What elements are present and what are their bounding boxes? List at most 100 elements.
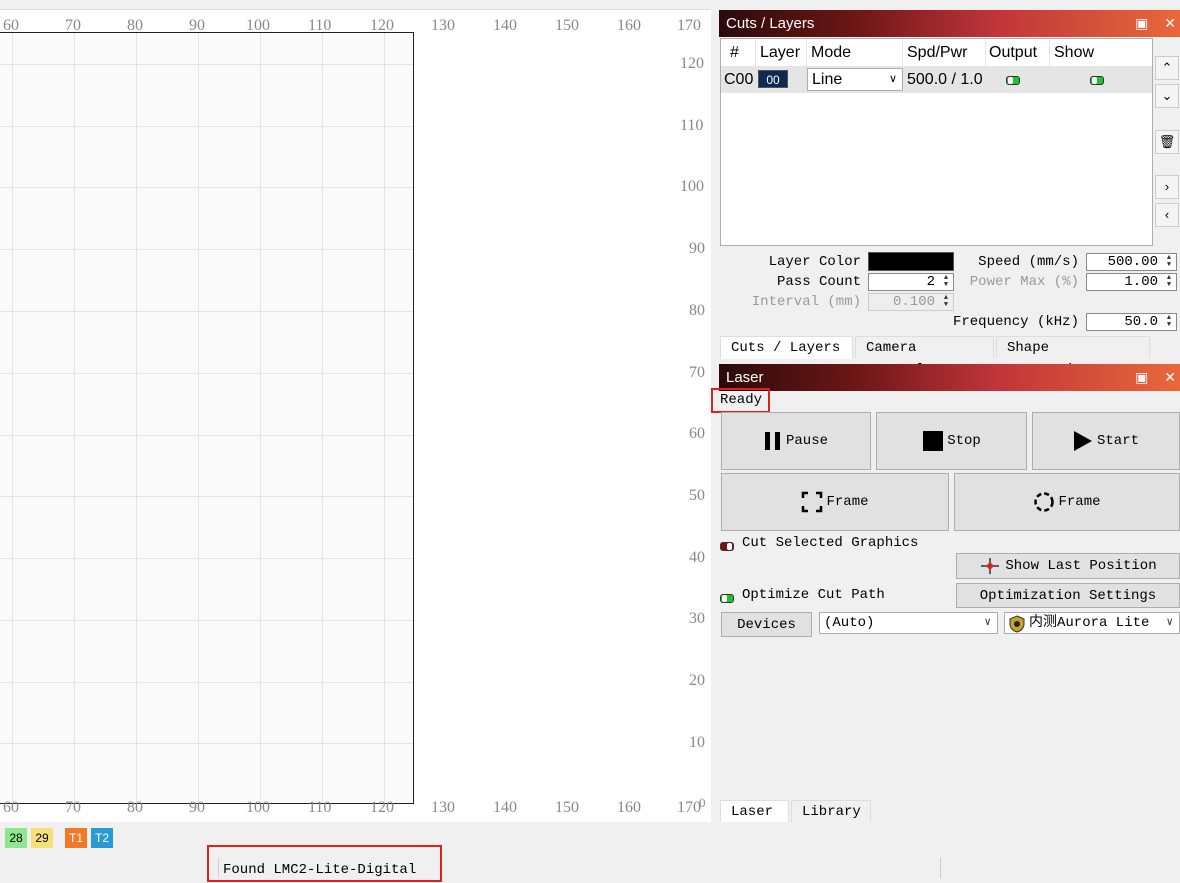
optimize-cut-path-toggle[interactable]: [720, 589, 734, 606]
top-tick: 100: [246, 17, 270, 34]
mode-value: Line: [812, 71, 843, 88]
column-header[interactable]: Output: [989, 44, 1037, 62]
speed-spinner[interactable]: 500.00 ▲ ▼: [1086, 253, 1177, 271]
port-value: (Auto): [824, 615, 875, 631]
port-dropdown[interactable]: (Auto) ∨: [819, 612, 998, 634]
tab-shape-properties[interactable]: Shape Properties: [996, 336, 1150, 378]
optimization-settings-label: Optimization Settings: [979, 587, 1157, 604]
power-max-spinner[interactable]: 1.00 ▲ ▼: [1086, 273, 1177, 291]
chevron-left-icon: ‹: [1164, 207, 1170, 222]
frequency-value: 50.0: [1124, 314, 1158, 330]
start-button[interactable]: Start: [1032, 412, 1180, 470]
close-icon[interactable]: ✕: [1164, 369, 1176, 385]
right-tick: 120: [680, 55, 704, 72]
top-tick: 170: [677, 17, 701, 34]
tab-library[interactable]: Library: [791, 800, 871, 822]
mode-dropdown[interactable]: Line ∨: [807, 68, 903, 91]
pass-count-spinner[interactable]: 2 ▲ ▼: [868, 273, 954, 291]
delete-layer-button[interactable]: 🗑: [1155, 130, 1179, 154]
stop-button[interactable]: Stop: [876, 412, 1027, 470]
top-tick: 130: [431, 17, 455, 34]
laser-title: Laser: [726, 369, 764, 386]
interval-spinner: 0.100 ▲ ▼: [868, 293, 954, 311]
circular-frame-button[interactable]: Frame: [954, 473, 1180, 531]
work-area-bed[interactable]: [0, 32, 414, 804]
close-icon[interactable]: ✕: [1164, 15, 1176, 31]
top-tick: 160: [617, 17, 641, 34]
cuts-table: # Layer Mode Spd/Pwr Output Show C00 00 …: [720, 38, 1153, 246]
frame-rectangle-icon: [802, 491, 823, 513]
right-tick: 50: [689, 487, 705, 504]
collapse-button[interactable]: ‹: [1155, 203, 1179, 227]
row-number: C00: [724, 71, 754, 88]
float-icon[interactable]: ▣: [1135, 369, 1148, 385]
column-header[interactable]: Mode: [811, 44, 851, 62]
top-tick: 60: [3, 17, 19, 34]
column-header[interactable]: Show: [1054, 44, 1094, 62]
column-header[interactable]: #: [730, 44, 739, 62]
status-highlight-box: [711, 388, 770, 413]
right-tick: 10: [689, 734, 705, 751]
spin-arrows-icon[interactable]: ▲ ▼: [940, 275, 952, 289]
color-palette-bar: 28 29 T1 T2: [0, 822, 1180, 854]
spin-arrows-icon[interactable]: ▲ ▼: [1163, 275, 1175, 289]
workspace-canvas[interactable]: 60 70 80 90 100 110 120 130 140 150 160 …: [0, 0, 711, 822]
move-up-button[interactable]: ⌃: [1155, 56, 1179, 80]
float-icon[interactable]: ▣: [1135, 15, 1148, 31]
right-tick: 30: [689, 610, 705, 627]
cuts-layers-title: Cuts / Layers: [726, 15, 815, 32]
tab-cuts-layers[interactable]: Cuts / Layers: [720, 336, 853, 359]
tab-laser[interactable]: Laser: [720, 800, 789, 823]
optimization-settings-button[interactable]: Optimization Settings: [956, 583, 1180, 608]
palette-chip[interactable]: 28: [5, 828, 27, 848]
frame-label: Frame: [826, 494, 869, 510]
power-max-label: Power Max (%): [969, 274, 1079, 290]
spin-arrows-icon[interactable]: ▲ ▼: [1163, 255, 1175, 269]
play-icon: [1073, 431, 1092, 451]
top-ruler-strip: [0, 0, 711, 10]
show-last-position-button[interactable]: Show Last Position: [956, 553, 1180, 579]
speed-label: Speed (mm/s): [978, 254, 1079, 270]
chevron-down-icon: ⌄: [1161, 88, 1173, 103]
cut-selected-toggle[interactable]: [720, 537, 734, 554]
table-row[interactable]: C00 00 Line ∨ 500.0 / 1.0: [721, 67, 1152, 93]
palette-chip[interactable]: T2: [91, 828, 113, 848]
column-header[interactable]: Layer: [760, 44, 800, 62]
circle-frame-label: Frame: [1058, 494, 1101, 510]
chevron-down-icon: ∨: [888, 73, 897, 85]
optimize-cut-path-label: Optimize Cut Path: [742, 587, 885, 603]
palette-chip[interactable]: T1: [65, 828, 87, 848]
show-toggle[interactable]: [1090, 71, 1104, 88]
pause-button[interactable]: Pause: [721, 412, 871, 470]
output-toggle[interactable]: [1006, 71, 1020, 88]
move-down-button[interactable]: ⌄: [1155, 84, 1179, 108]
top-tick: 90: [189, 17, 205, 34]
bottom-tick: 140: [493, 799, 517, 816]
frequency-spinner[interactable]: 50.0 ▲ ▼: [1086, 313, 1177, 331]
pause-icon: [764, 432, 780, 450]
frame-circle-icon: [1034, 492, 1055, 512]
right-tick: 70: [689, 364, 705, 381]
right-tick: 80: [689, 302, 705, 319]
tab-camera-control[interactable]: Camera Control: [855, 336, 994, 378]
expand-button[interactable]: ›: [1155, 175, 1179, 199]
layer-color-swatch[interactable]: [868, 252, 954, 271]
bottom-tick: 130: [431, 799, 455, 816]
right-tick: 90: [689, 240, 705, 257]
speed-value: 500.00: [1107, 254, 1158, 270]
top-tick: 150: [555, 17, 579, 34]
top-tick: 80: [127, 17, 143, 34]
rectangular-frame-button[interactable]: Frame: [721, 473, 949, 531]
palette-chip[interactable]: 29: [31, 828, 53, 848]
right-tick: 40: [689, 549, 705, 566]
stop-label: Stop: [947, 433, 981, 449]
device-dropdown[interactable]: 内测Aurora Lite ∨: [1004, 612, 1180, 634]
spin-arrows-icon[interactable]: ▲ ▼: [1163, 315, 1175, 329]
devices-label: Devices: [737, 616, 796, 633]
column-header[interactable]: Spd/Pwr: [907, 44, 967, 62]
cuts-layers-titlebar: Cuts / Layers ▣ ✕: [719, 10, 1180, 37]
devices-button[interactable]: Devices: [721, 612, 812, 637]
power-max-value: 1.00: [1124, 274, 1158, 290]
layer-swatch[interactable]: 00: [758, 70, 788, 88]
crosshair-icon: [981, 558, 1000, 574]
